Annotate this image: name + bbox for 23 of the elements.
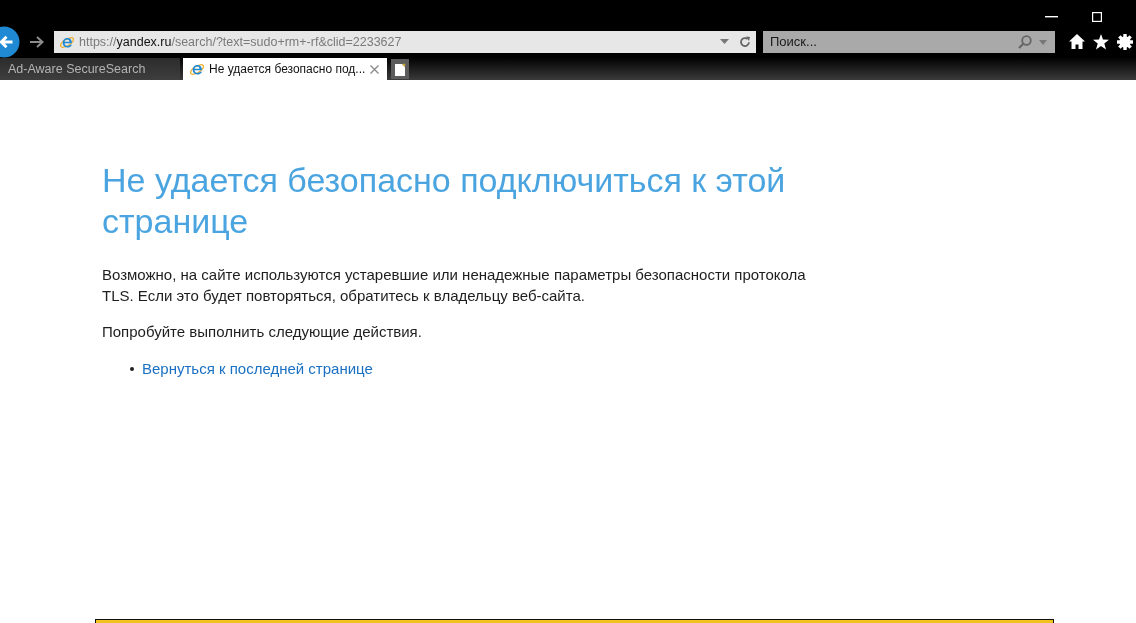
document-icon	[394, 62, 406, 76]
refresh-icon[interactable]	[739, 35, 751, 48]
minimize-icon[interactable]	[1045, 16, 1058, 18]
tab[interactable]: Не удается безопасно под...	[183, 58, 387, 80]
tab[interactable]: Ad-Aware SecureSearch	[0, 58, 180, 80]
error-message: Попробуйте выполнить следующие действия.	[102, 322, 423, 342]
bullet-icon	[130, 366, 134, 371]
new-tab-button[interactable]	[391, 59, 409, 79]
star-icon[interactable]	[1093, 33, 1109, 50]
maximize-icon[interactable]	[1092, 12, 1102, 22]
url-text: https://yandex.ru/search/?text=sudo+rm+-rf&clid=2233627	[79, 34, 403, 49]
forward-arrow-icon[interactable]	[30, 35, 44, 48]
browser-logo-icon	[189, 61, 205, 77]
close-icon[interactable]	[370, 64, 379, 74]
left-arrow-icon	[0, 34, 14, 49]
back-button[interactable]	[0, 25, 20, 58]
home-icon[interactable]	[1069, 34, 1085, 49]
dropdown-caret-icon[interactable]	[720, 39, 729, 44]
error-heading: Не удается безопасно подключиться к этой странице	[102, 160, 787, 242]
back-link[interactable]: Вернуться к последней странице	[142, 360, 373, 377]
error-message: Возможно, на сайте используются устаревшие или ненадежные параметры безопасности протокола TLS. Если это будет повторяться, обратитесь к владельцу веб-сайта.	[102, 265, 807, 306]
settings-icon[interactable]	[1117, 33, 1133, 50]
address-bar[interactable]: https://yandex.ru/search/?text=sudo+rm+-rf&clid=2233627	[54, 30, 756, 53]
